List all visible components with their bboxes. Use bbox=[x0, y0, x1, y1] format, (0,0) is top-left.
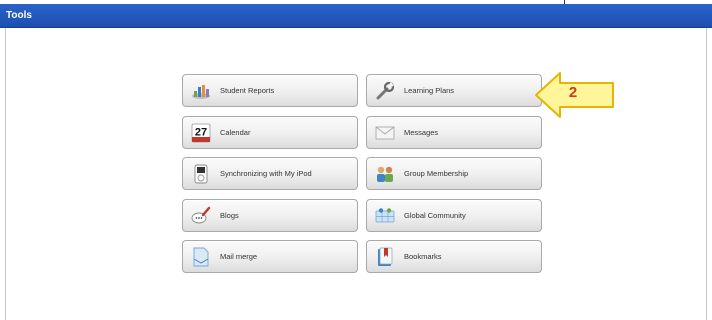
global-community-button[interactable]: Global Community bbox=[366, 199, 542, 232]
calendar-label: Calendar bbox=[220, 128, 251, 137]
calendar-icon: 27 bbox=[191, 123, 211, 143]
student-reports-label: Student Reports bbox=[220, 86, 275, 95]
callout-number: 2 bbox=[568, 84, 578, 101]
envelope-icon bbox=[375, 123, 395, 143]
calendar-day: 27 bbox=[195, 126, 207, 138]
global-community-label: Global Community bbox=[404, 211, 466, 220]
messages-label: Messages bbox=[404, 128, 439, 137]
group-membership-button[interactable]: Group Membership bbox=[366, 157, 542, 190]
sync-ipod-button[interactable]: Synchronizing with My iPod bbox=[182, 157, 358, 190]
bookmarks-icon bbox=[375, 247, 395, 267]
window-title: Tools bbox=[6, 10, 32, 21]
bookmarks-button[interactable]: Bookmarks bbox=[366, 240, 542, 273]
blogs-label: Blogs bbox=[220, 211, 239, 220]
calendar-button[interactable]: 27 Calendar bbox=[182, 116, 358, 149]
learning-plans-button[interactable]: Learning Plans bbox=[366, 74, 542, 107]
ipod-icon bbox=[191, 164, 211, 184]
sync-ipod-label: Synchronizing with My iPod bbox=[220, 169, 312, 178]
globe-grid-icon bbox=[375, 206, 395, 226]
bookmarks-label: Bookmarks bbox=[404, 252, 442, 261]
group-icon bbox=[375, 164, 395, 184]
group-membership-label: Group Membership bbox=[404, 169, 469, 178]
learning-plans-label: Learning Plans bbox=[404, 86, 455, 95]
wrench-icon bbox=[375, 81, 395, 101]
chart-icon bbox=[191, 81, 211, 101]
mail-merge-label: Mail merge bbox=[220, 252, 258, 261]
student-reports-button[interactable]: Student Reports bbox=[182, 74, 358, 107]
blog-icon bbox=[191, 206, 211, 226]
messages-button[interactable]: Messages bbox=[366, 116, 542, 149]
mail-merge-button[interactable]: Mail merge bbox=[182, 240, 358, 273]
window-titlebar: Tools bbox=[0, 4, 712, 28]
mail-merge-icon bbox=[191, 247, 211, 267]
blogs-button[interactable]: Blogs bbox=[182, 199, 358, 232]
